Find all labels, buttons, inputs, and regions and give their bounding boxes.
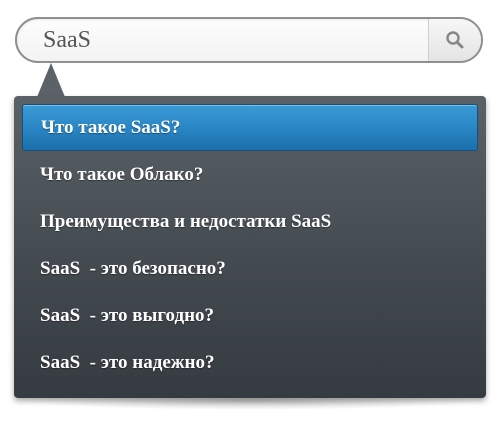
suggestion-item[interactable]: Что такое SaaS? xyxy=(22,104,478,151)
search-bar xyxy=(15,17,483,63)
suggestion-item[interactable]: Что такое Облако? xyxy=(22,151,478,198)
suggestion-item[interactable]: SaaS - это надежно? xyxy=(22,339,478,386)
search-button[interactable] xyxy=(428,19,481,61)
search-input[interactable] xyxy=(17,19,431,61)
dropdown-pointer xyxy=(37,63,65,97)
suggestions-dropdown: Что такое SaaS? Что такое Облако? Преиму… xyxy=(14,96,486,398)
suggestion-item[interactable]: SaaS - это выгодно? xyxy=(22,292,478,339)
search-icon xyxy=(445,30,465,50)
suggestion-list: Что такое SaaS? Что такое Облако? Преиму… xyxy=(22,104,478,386)
suggestion-item[interactable]: SaaS - это безопасно? xyxy=(22,245,478,292)
suggestion-item[interactable]: Преимущества и недостатки SaaS xyxy=(22,198,478,245)
